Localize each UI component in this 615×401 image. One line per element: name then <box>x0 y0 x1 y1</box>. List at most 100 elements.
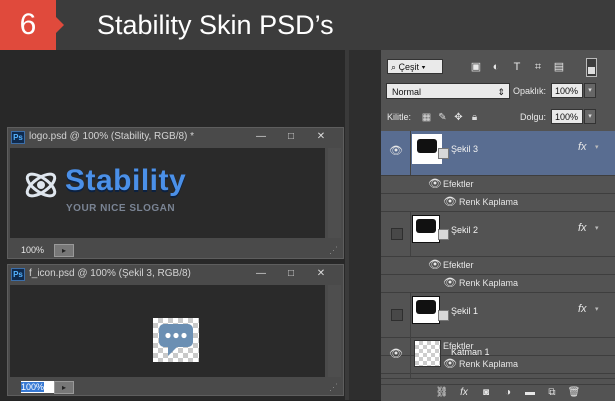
status-menu-button[interactable]: ▸ <box>54 381 74 394</box>
add-mask-icon[interactable]: ◙ <box>479 387 493 399</box>
trash-icon[interactable]: 🗑︎ <box>567 387 581 399</box>
visibility-toggle-empty[interactable] <box>391 309 403 321</box>
opacity-dropdown-button[interactable]: ▾ <box>584 83 596 98</box>
adjustment-filter-icon[interactable]: ◐ <box>489 60 503 74</box>
layer-name[interactable]: Katman 1 <box>451 347 490 357</box>
visibility-toggle-empty[interactable] <box>391 228 403 240</box>
lock-all-icon[interactable]: 🔒︎ <box>469 112 480 123</box>
smart-object-filter-icon[interactable]: ▤ <box>552 60 566 74</box>
vertical-scrollbar[interactable] <box>328 285 341 377</box>
transparent-layer-thumbnail <box>414 340 441 367</box>
vertical-scrollbar[interactable] <box>328 148 341 238</box>
minimize-button[interactable]: — <box>250 266 272 281</box>
logo-window-title: logo.psd @ 100% (Stability, RGB/8) * <box>29 131 195 142</box>
expand-effects-icon[interactable]: ▾ <box>595 305 599 313</box>
status-menu-button[interactable]: ▸ <box>54 244 74 257</box>
visibility-eye-icon[interactable]: 👁︎ <box>428 259 442 271</box>
blend-mode-select[interactable]: Normal ⇕ <box>386 83 510 99</box>
lock-transparency-icon[interactable]: ▦ <box>421 112 432 123</box>
close-button[interactable]: ✕ <box>310 129 332 144</box>
layer-thumbnail <box>412 215 440 243</box>
chat-bubble-icon <box>159 324 193 356</box>
add-style-fx-icon[interactable]: fx <box>457 387 471 399</box>
resize-grip-icon[interactable]: ⋰ <box>329 382 341 394</box>
logo-slogan: YOUR NICE SLOGAN <box>66 203 176 214</box>
f-icon-canvas[interactable] <box>10 285 325 377</box>
maximize-button[interactable]: □ <box>280 266 302 281</box>
layer-name[interactable]: Şekil 1 <box>451 306 478 316</box>
document-workspace: Ps logo.psd @ 100% (Stability, RGB/8) * … <box>0 50 345 400</box>
expand-effects-icon[interactable]: ▾ <box>595 143 599 151</box>
chat-bubble-thumbnail-icon <box>416 219 436 233</box>
effects-row[interactable]: 👁︎ Efektler <box>381 176 615 194</box>
f-icon-status-bar: 100% ▸ ⋰ <box>8 379 343 395</box>
atom-logo-icon <box>25 172 57 198</box>
f-icon-window-titlebar[interactable]: Ps f_icon.psd @ 100% (Şekil 3, RGB/8) — … <box>8 265 343 283</box>
fx-icon[interactable]: fx <box>578 303 587 315</box>
step-number: 6 <box>0 0 56 50</box>
visibility-eye-icon[interactable]: 👁︎ <box>443 196 457 208</box>
adjustment-layer-icon[interactable]: ◑ <box>501 387 515 399</box>
select-arrows-icon: ⇕ <box>497 87 505 97</box>
layer-row[interactable]: Şekil 2 fx ▾ <box>381 212 615 257</box>
photoshop-icon: Ps <box>11 268 25 281</box>
filter-kind-label: Çeşit <box>398 62 420 72</box>
logo-canvas[interactable]: Stability YOUR NICE SLOGAN <box>10 148 325 238</box>
lock-pixels-icon[interactable]: ✎ <box>437 112 448 123</box>
toggle-knob <box>588 67 595 74</box>
fx-icon[interactable]: fx <box>578 222 587 234</box>
zoom-level-selected[interactable]: 100% <box>21 382 45 392</box>
layer-column-divider <box>410 334 411 378</box>
type-filter-icon[interactable]: T <box>510 60 524 74</box>
effect-name: Renk Kaplama <box>459 278 519 288</box>
logo-text: Stability <box>65 164 187 197</box>
vector-mask-icon <box>438 229 449 240</box>
resize-grip-icon[interactable]: ⋰ <box>329 245 341 257</box>
visibility-eye-icon[interactable]: 👁︎ <box>443 277 457 289</box>
fx-icon[interactable]: fx <box>578 141 587 153</box>
fill-dropdown-button[interactable]: ▾ <box>584 109 596 124</box>
filter-kind-select[interactable]: ⌕ Çeşit ▾ <box>387 59 443 74</box>
layer-column-divider <box>410 293 411 337</box>
visibility-eye-icon[interactable]: 👁︎ <box>389 145 403 157</box>
new-layer-icon[interactable]: ⧉ <box>545 387 559 399</box>
effect-name: Renk Kaplama <box>459 197 519 207</box>
tutorial-banner: 6 Stability Skin PSD’s <box>0 0 615 50</box>
effect-row[interactable]: 👁︎ Renk Kaplama <box>381 275 615 293</box>
logo-window-titlebar[interactable]: Ps logo.psd @ 100% (Stability, RGB/8) * … <box>8 128 343 146</box>
layer-name[interactable]: Şekil 3 <box>451 144 478 154</box>
layers-bottom-toolbar: ⛓ fx ◙ ◑ ▬ ⧉ 🗑︎ <box>381 384 615 401</box>
layer-row[interactable]: 👁︎ Katman 1 <box>381 334 615 379</box>
layer-column-divider <box>410 212 411 256</box>
expand-effects-icon[interactable]: ▾ <box>595 224 599 232</box>
effect-row[interactable]: 👁︎ Renk Kaplama <box>381 194 615 212</box>
fill-input[interactable]: 100% <box>551 109 583 124</box>
group-folder-icon[interactable]: ▬ <box>523 387 537 399</box>
effects-row[interactable]: 👁︎ Efektler <box>381 257 615 275</box>
filter-toggle-switch[interactable] <box>586 58 597 77</box>
layer-row[interactable]: Şekil 1 fx ▾ <box>381 293 615 338</box>
lock-position-icon[interactable]: ✥ <box>453 112 464 123</box>
pixel-filter-icon[interactable]: ▣ <box>469 60 483 74</box>
logo-document-window[interactable]: Ps logo.psd @ 100% (Stability, RGB/8) * … <box>7 127 344 259</box>
banner-title: Stability Skin PSD’s <box>97 10 334 40</box>
minimize-button[interactable]: — <box>250 129 272 144</box>
maximize-button[interactable]: □ <box>280 129 302 144</box>
close-button[interactable]: ✕ <box>310 266 332 281</box>
effects-label: Efektler <box>443 260 474 270</box>
fill-label: Dolgu: <box>520 112 547 122</box>
visibility-eye-icon[interactable]: 👁︎ <box>428 178 442 190</box>
visibility-eye-icon[interactable]: 👁︎ <box>389 348 403 360</box>
shape-filter-icon[interactable]: ⌗ <box>531 60 545 74</box>
link-layers-icon[interactable]: ⛓ <box>435 387 449 399</box>
layer-row[interactable]: 👁︎ Şekil 3 fx ▾ <box>381 131 615 176</box>
f-icon-document-window[interactable]: Ps f_icon.psd @ 100% (Şekil 3, RGB/8) — … <box>7 264 344 396</box>
opacity-input[interactable]: 100% <box>551 83 583 98</box>
search-icon: ⌕ <box>391 62 399 72</box>
logo-status-bar: 100% ▸ ⋰ <box>8 242 343 258</box>
panel-dock-gap <box>349 50 381 400</box>
layer-name[interactable]: Şekil 2 <box>451 225 478 235</box>
layer-thumbnail <box>412 296 440 324</box>
transparent-icon-canvas <box>153 318 199 362</box>
chat-bubble-thumbnail-icon <box>417 139 437 153</box>
